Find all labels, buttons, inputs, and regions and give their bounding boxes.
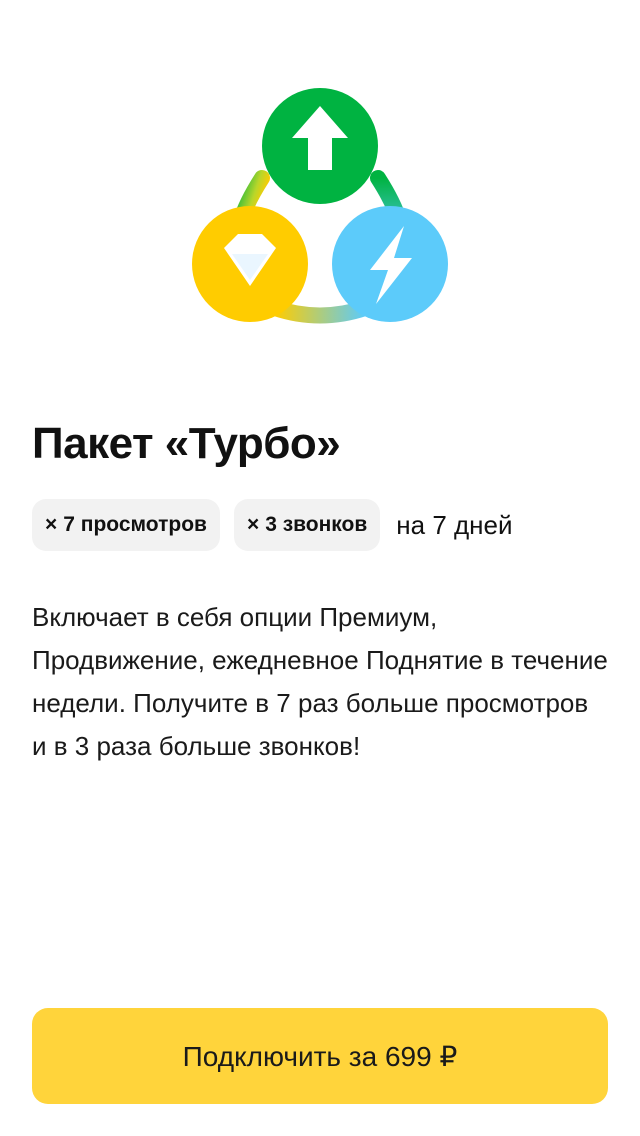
views-badge: × 7 просмотров: [32, 499, 220, 551]
duration-label: на 7 дней: [396, 509, 513, 540]
multiplier-sign: ×: [246, 513, 260, 536]
turbo-package-icon: [180, 78, 460, 338]
package-stats: × 7 просмотров × 3 звонков на 7 дней: [32, 499, 513, 551]
views-badge-label: 7 просмотров: [63, 513, 207, 536]
package-title: Пакет «Турбо»: [32, 419, 341, 468]
lightning-icon: [332, 206, 448, 322]
connect-button[interactable]: Подключить за 699 ₽: [32, 1008, 608, 1104]
calls-badge: × 3 звонков: [233, 499, 381, 551]
multiplier-sign: ×: [45, 513, 58, 536]
package-description: Включает в себя опции Премиум, Продвижен…: [32, 602, 608, 761]
calls-badge-label: 3 звонков: [265, 513, 368, 536]
diamond-icon: [192, 206, 308, 322]
arrow-up-icon: [262, 88, 378, 204]
